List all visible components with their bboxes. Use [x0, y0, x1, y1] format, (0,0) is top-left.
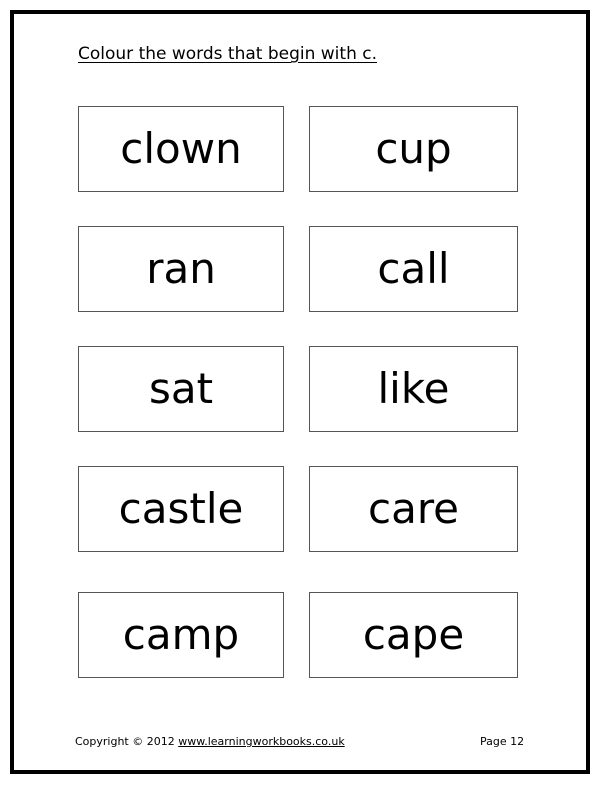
website-link[interactable]: www.learningworkbooks.co.uk [178, 735, 344, 748]
word-text: call [377, 244, 450, 293]
word-box[interactable]: ran [78, 226, 284, 312]
word-text: clown [120, 124, 242, 173]
word-text: cup [375, 124, 452, 173]
word-text: ran [146, 244, 216, 293]
word-box[interactable]: sat [78, 346, 284, 432]
word-text: cape [362, 610, 465, 659]
page-number: Page 12 [480, 735, 525, 748]
word-text: like [377, 364, 450, 413]
word-text: castle [118, 484, 244, 533]
word-box[interactable]: like [309, 346, 518, 432]
word-box[interactable]: castle [78, 466, 284, 552]
footer-copyright: Copyright © 2012 www.learningworkbooks.c… [75, 735, 345, 748]
instruction-heading: Colour the words that begin with c. [78, 44, 378, 64]
word-box[interactable]: cup [309, 106, 518, 192]
word-box[interactable]: care [309, 466, 518, 552]
word-box[interactable]: clown [78, 106, 284, 192]
word-box[interactable]: call [309, 226, 518, 312]
word-text: care [367, 484, 459, 533]
word-text: sat [148, 364, 214, 413]
word-box[interactable]: camp [78, 592, 284, 678]
copyright-text: Copyright © 2012 [75, 735, 175, 748]
word-text: camp [122, 610, 240, 659]
word-box[interactable]: cape [309, 592, 518, 678]
